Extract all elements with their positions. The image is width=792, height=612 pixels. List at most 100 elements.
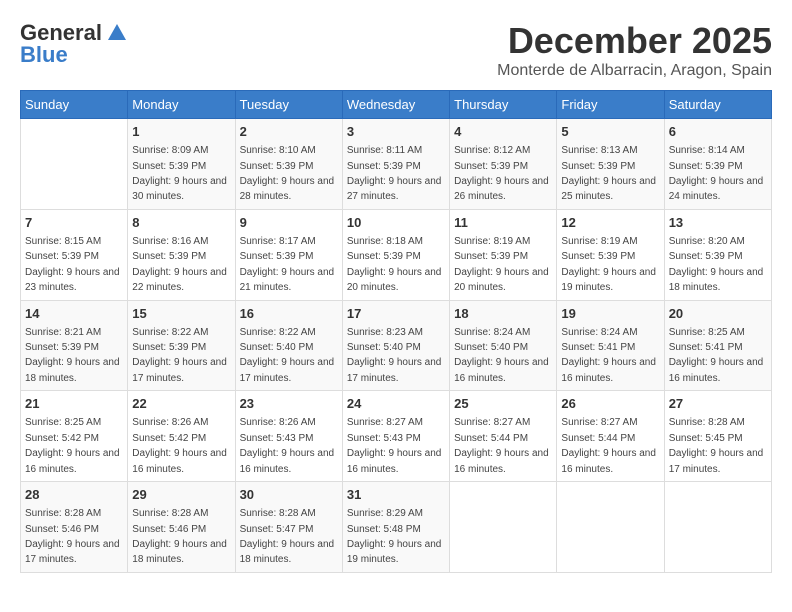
day-info: Sunrise: 8:29 AMSunset: 5:48 PMDaylight:… xyxy=(347,508,442,565)
day-number: 28 xyxy=(25,486,123,504)
logo-icon xyxy=(106,22,128,44)
day-info: Sunrise: 8:25 AMSunset: 5:41 PMDaylight:… xyxy=(669,327,764,384)
calendar-table: SundayMondayTuesdayWednesdayThursdayFrid… xyxy=(20,90,772,573)
day-info: Sunrise: 8:13 AMSunset: 5:39 PMDaylight:… xyxy=(561,145,656,202)
calendar-cell: 20 Sunrise: 8:25 AMSunset: 5:41 PMDaylig… xyxy=(664,300,771,391)
day-number: 19 xyxy=(561,305,659,323)
calendar-cell: 25 Sunrise: 8:27 AMSunset: 5:44 PMDaylig… xyxy=(450,391,557,482)
calendar-week-1: 1 Sunrise: 8:09 AMSunset: 5:39 PMDayligh… xyxy=(21,119,772,210)
calendar-week-4: 21 Sunrise: 8:25 AMSunset: 5:42 PMDaylig… xyxy=(21,391,772,482)
calendar-cell: 10 Sunrise: 8:18 AMSunset: 5:39 PMDaylig… xyxy=(342,209,449,300)
calendar-cell: 14 Sunrise: 8:21 AMSunset: 5:39 PMDaylig… xyxy=(21,300,128,391)
day-number: 13 xyxy=(669,214,767,232)
day-info: Sunrise: 8:19 AMSunset: 5:39 PMDaylight:… xyxy=(454,236,549,293)
day-info: Sunrise: 8:24 AMSunset: 5:40 PMDaylight:… xyxy=(454,327,549,384)
calendar-cell: 23 Sunrise: 8:26 AMSunset: 5:43 PMDaylig… xyxy=(235,391,342,482)
day-number: 29 xyxy=(132,486,230,504)
page-header: General Blue December 2025 Monterde de A… xyxy=(20,20,772,80)
day-number: 21 xyxy=(25,395,123,413)
day-number: 10 xyxy=(347,214,445,232)
weekday-header-thursday: Thursday xyxy=(450,91,557,119)
day-number: 7 xyxy=(25,214,123,232)
calendar-cell xyxy=(21,119,128,210)
logo-blue: Blue xyxy=(20,42,68,68)
calendar-cell: 6 Sunrise: 8:14 AMSunset: 5:39 PMDayligh… xyxy=(664,119,771,210)
day-number: 17 xyxy=(347,305,445,323)
day-number: 30 xyxy=(240,486,338,504)
calendar-cell: 5 Sunrise: 8:13 AMSunset: 5:39 PMDayligh… xyxy=(557,119,664,210)
calendar-cell: 30 Sunrise: 8:28 AMSunset: 5:47 PMDaylig… xyxy=(235,482,342,573)
calendar-cell: 1 Sunrise: 8:09 AMSunset: 5:39 PMDayligh… xyxy=(128,119,235,210)
day-info: Sunrise: 8:22 AMSunset: 5:40 PMDaylight:… xyxy=(240,327,335,384)
day-number: 20 xyxy=(669,305,767,323)
day-info: Sunrise: 8:26 AMSunset: 5:43 PMDaylight:… xyxy=(240,417,335,474)
title-block: December 2025 Monterde de Albarracin, Ar… xyxy=(497,20,772,80)
weekday-header-friday: Friday xyxy=(557,91,664,119)
calendar-cell: 11 Sunrise: 8:19 AMSunset: 5:39 PMDaylig… xyxy=(450,209,557,300)
day-number: 22 xyxy=(132,395,230,413)
calendar-cell: 12 Sunrise: 8:19 AMSunset: 5:39 PMDaylig… xyxy=(557,209,664,300)
calendar-cell: 8 Sunrise: 8:16 AMSunset: 5:39 PMDayligh… xyxy=(128,209,235,300)
day-info: Sunrise: 8:20 AMSunset: 5:39 PMDaylight:… xyxy=(669,236,764,293)
day-info: Sunrise: 8:18 AMSunset: 5:39 PMDaylight:… xyxy=(347,236,442,293)
day-number: 14 xyxy=(25,305,123,323)
day-number: 1 xyxy=(132,123,230,141)
day-info: Sunrise: 8:22 AMSunset: 5:39 PMDaylight:… xyxy=(132,327,227,384)
weekday-header-row: SundayMondayTuesdayWednesdayThursdayFrid… xyxy=(21,91,772,119)
calendar-body: 1 Sunrise: 8:09 AMSunset: 5:39 PMDayligh… xyxy=(21,119,772,573)
day-number: 5 xyxy=(561,123,659,141)
day-info: Sunrise: 8:28 AMSunset: 5:47 PMDaylight:… xyxy=(240,508,335,565)
calendar-cell: 28 Sunrise: 8:28 AMSunset: 5:46 PMDaylig… xyxy=(21,482,128,573)
day-number: 27 xyxy=(669,395,767,413)
calendar-cell: 21 Sunrise: 8:25 AMSunset: 5:42 PMDaylig… xyxy=(21,391,128,482)
day-info: Sunrise: 8:28 AMSunset: 5:45 PMDaylight:… xyxy=(669,417,764,474)
day-number: 18 xyxy=(454,305,552,323)
location-subtitle: Monterde de Albarracin, Aragon, Spain xyxy=(497,62,772,80)
day-number: 15 xyxy=(132,305,230,323)
day-number: 23 xyxy=(240,395,338,413)
day-number: 25 xyxy=(454,395,552,413)
day-number: 9 xyxy=(240,214,338,232)
day-number: 11 xyxy=(454,214,552,232)
day-number: 3 xyxy=(347,123,445,141)
day-info: Sunrise: 8:27 AMSunset: 5:44 PMDaylight:… xyxy=(561,417,656,474)
day-info: Sunrise: 8:15 AMSunset: 5:39 PMDaylight:… xyxy=(25,236,120,293)
calendar-cell: 7 Sunrise: 8:15 AMSunset: 5:39 PMDayligh… xyxy=(21,209,128,300)
day-info: Sunrise: 8:24 AMSunset: 5:41 PMDaylight:… xyxy=(561,327,656,384)
calendar-cell: 19 Sunrise: 8:24 AMSunset: 5:41 PMDaylig… xyxy=(557,300,664,391)
calendar-cell: 27 Sunrise: 8:28 AMSunset: 5:45 PMDaylig… xyxy=(664,391,771,482)
calendar-cell: 4 Sunrise: 8:12 AMSunset: 5:39 PMDayligh… xyxy=(450,119,557,210)
day-number: 2 xyxy=(240,123,338,141)
day-info: Sunrise: 8:27 AMSunset: 5:43 PMDaylight:… xyxy=(347,417,442,474)
weekday-header-sunday: Sunday xyxy=(21,91,128,119)
day-info: Sunrise: 8:11 AMSunset: 5:39 PMDaylight:… xyxy=(347,145,442,202)
day-info: Sunrise: 8:23 AMSunset: 5:40 PMDaylight:… xyxy=(347,327,442,384)
day-number: 4 xyxy=(454,123,552,141)
calendar-cell xyxy=(557,482,664,573)
day-number: 12 xyxy=(561,214,659,232)
day-info: Sunrise: 8:17 AMSunset: 5:39 PMDaylight:… xyxy=(240,236,335,293)
day-info: Sunrise: 8:21 AMSunset: 5:39 PMDaylight:… xyxy=(25,327,120,384)
calendar-week-2: 7 Sunrise: 8:15 AMSunset: 5:39 PMDayligh… xyxy=(21,209,772,300)
weekday-header-saturday: Saturday xyxy=(664,91,771,119)
weekday-header-tuesday: Tuesday xyxy=(235,91,342,119)
calendar-cell: 18 Sunrise: 8:24 AMSunset: 5:40 PMDaylig… xyxy=(450,300,557,391)
calendar-cell: 2 Sunrise: 8:10 AMSunset: 5:39 PMDayligh… xyxy=(235,119,342,210)
day-info: Sunrise: 8:14 AMSunset: 5:39 PMDaylight:… xyxy=(669,145,764,202)
day-info: Sunrise: 8:27 AMSunset: 5:44 PMDaylight:… xyxy=(454,417,549,474)
calendar-cell xyxy=(450,482,557,573)
calendar-week-3: 14 Sunrise: 8:21 AMSunset: 5:39 PMDaylig… xyxy=(21,300,772,391)
day-info: Sunrise: 8:12 AMSunset: 5:39 PMDaylight:… xyxy=(454,145,549,202)
calendar-cell: 17 Sunrise: 8:23 AMSunset: 5:40 PMDaylig… xyxy=(342,300,449,391)
calendar-cell: 3 Sunrise: 8:11 AMSunset: 5:39 PMDayligh… xyxy=(342,119,449,210)
day-info: Sunrise: 8:19 AMSunset: 5:39 PMDaylight:… xyxy=(561,236,656,293)
calendar-week-5: 28 Sunrise: 8:28 AMSunset: 5:46 PMDaylig… xyxy=(21,482,772,573)
calendar-cell: 24 Sunrise: 8:27 AMSunset: 5:43 PMDaylig… xyxy=(342,391,449,482)
calendar-cell xyxy=(664,482,771,573)
day-number: 26 xyxy=(561,395,659,413)
day-info: Sunrise: 8:26 AMSunset: 5:42 PMDaylight:… xyxy=(132,417,227,474)
calendar-cell: 16 Sunrise: 8:22 AMSunset: 5:40 PMDaylig… xyxy=(235,300,342,391)
day-info: Sunrise: 8:16 AMSunset: 5:39 PMDaylight:… xyxy=(132,236,227,293)
weekday-header-monday: Monday xyxy=(128,91,235,119)
calendar-cell: 26 Sunrise: 8:27 AMSunset: 5:44 PMDaylig… xyxy=(557,391,664,482)
